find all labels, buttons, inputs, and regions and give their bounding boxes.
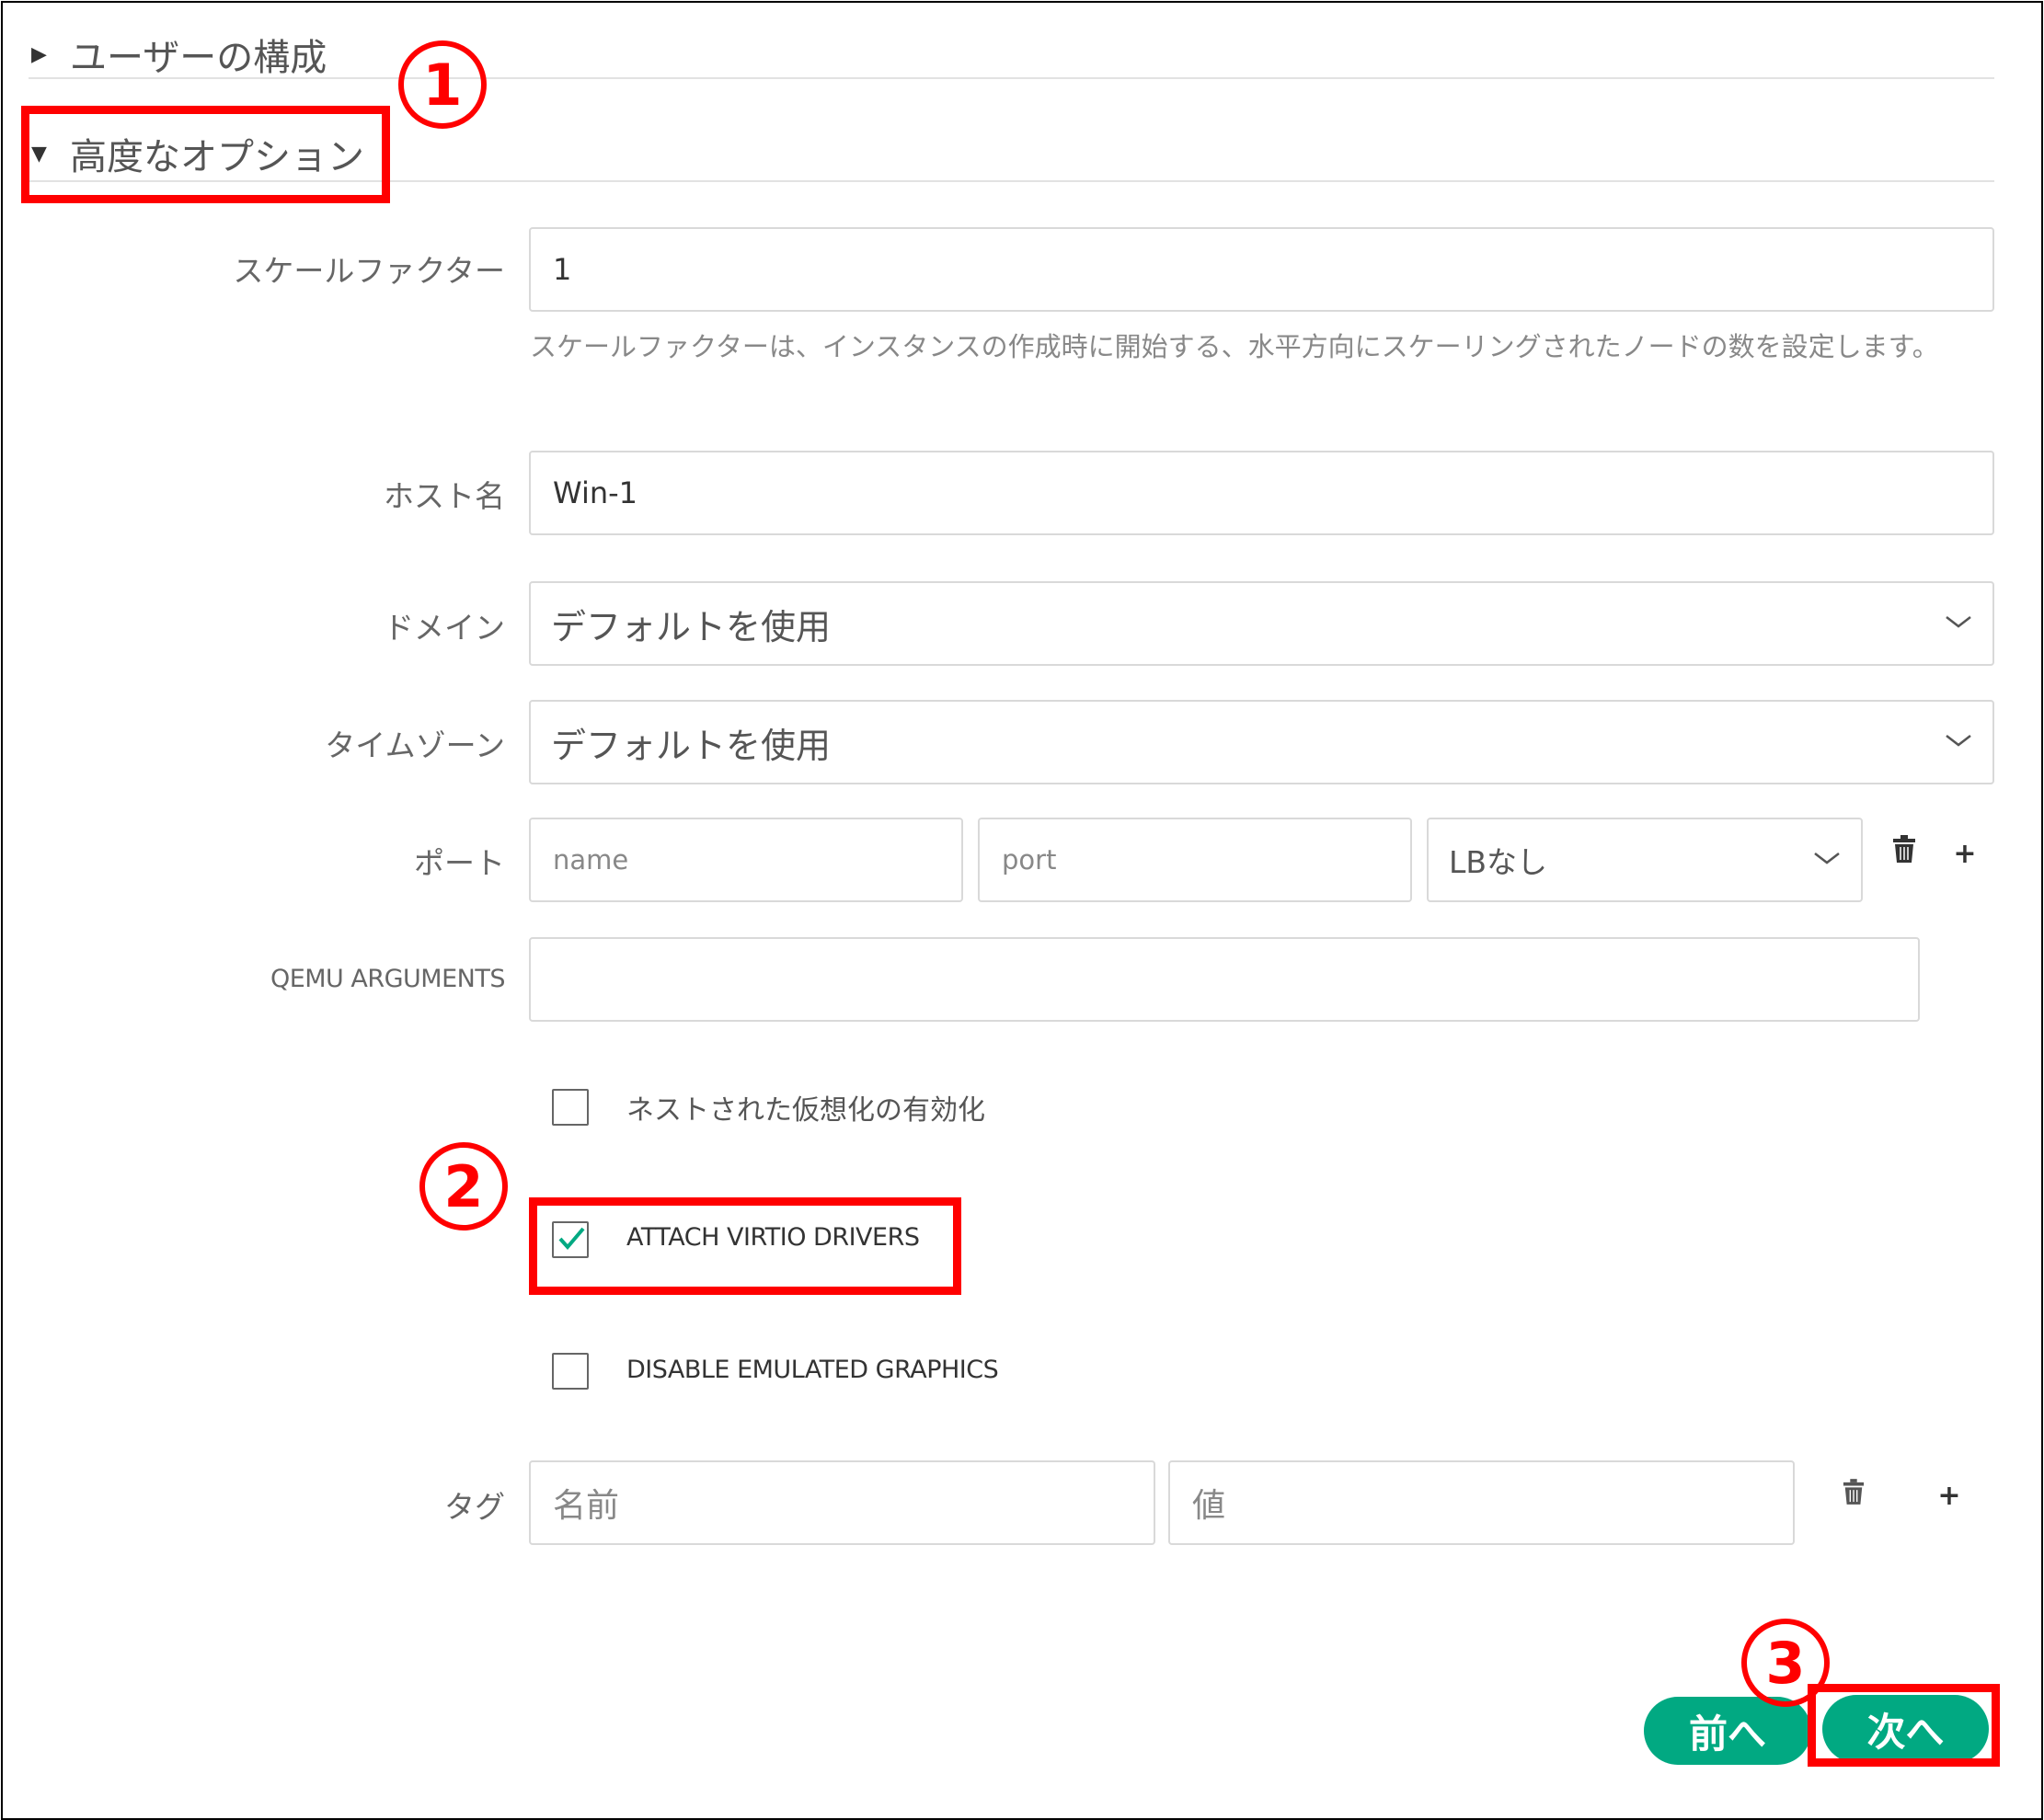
section-user-config[interactable]: ▶ ユーザーの構成 [31,28,327,81]
scale-factor-label: スケールファクター [233,253,505,289]
annotation-number-2: 2 [419,1142,508,1231]
tag-name-placeholder: 名前 [553,1487,620,1525]
trash-icon[interactable] [1888,832,1921,865]
trash-icon[interactable] [1837,1475,1870,1508]
lb-select[interactable]: LBなし [1427,818,1863,902]
scale-factor-value: 1 [553,252,572,287]
tag-value-placeholder: 値 [1192,1487,1226,1525]
port-name-input[interactable]: name [529,818,963,902]
domain-value: デフォルトを使用 [551,606,832,647]
chevron-down-icon [1946,735,1971,747]
timezone-value: デフォルトを使用 [551,725,832,766]
plus-icon[interactable]: + [1948,837,1981,870]
annotation-number-1: 1 [398,40,487,129]
annotation-number-3: 3 [1741,1619,1830,1707]
annotation-box-2 [529,1197,961,1295]
domain-select[interactable]: デフォルトを使用 [529,581,1994,666]
port-number-placeholder: port [1002,844,1057,876]
disable-graphics-label: DISABLE EMULATED GRAPHICS [626,1356,999,1384]
annotation-box-1 [21,106,390,203]
qemu-arguments-label: QEMU ARGUMENTS [270,965,506,993]
port-name-placeholder: name [553,844,629,876]
divider [29,77,1994,79]
timezone-label: タイムゾーン [325,727,505,763]
timezone-select[interactable]: デフォルトを使用 [529,700,1994,784]
chevron-down-icon [1814,853,1840,864]
hostname-label: ホスト名 [384,478,505,514]
domain-label: ドメイン [384,610,505,646]
nested-virtualization-checkbox[interactable] [552,1089,589,1126]
triangle-right-icon: ▶ [31,42,47,66]
port-number-input[interactable]: port [978,818,1412,902]
annotation-box-3 [1808,1684,2000,1767]
port-label: ポート [414,845,505,881]
prev-button[interactable]: 前へ [1644,1697,1811,1765]
lb-value: LBなし [1449,844,1548,880]
qemu-arguments-input[interactable] [529,937,1920,1022]
hostname-input[interactable]: Win-1 [529,451,1994,535]
section-user-config-label: ユーザーの構成 [70,37,327,79]
disable-graphics-checkbox[interactable] [552,1353,589,1390]
scale-factor-help: スケールファクターは、インスタンスの作成時に開始する、水平方向にスケーリングされ… [530,331,1939,362]
scale-factor-input[interactable]: 1 [529,227,1994,312]
plus-icon[interactable]: + [1933,1479,1966,1512]
tag-value-input[interactable]: 値 [1168,1460,1795,1545]
nested-virtualization-label: ネストされた仮想化の有効化 [626,1094,985,1127]
tags-label: タグ [444,1489,505,1525]
tag-name-input[interactable]: 名前 [529,1460,1155,1545]
hostname-value: Win-1 [553,475,638,510]
chevron-down-icon [1946,616,1971,628]
